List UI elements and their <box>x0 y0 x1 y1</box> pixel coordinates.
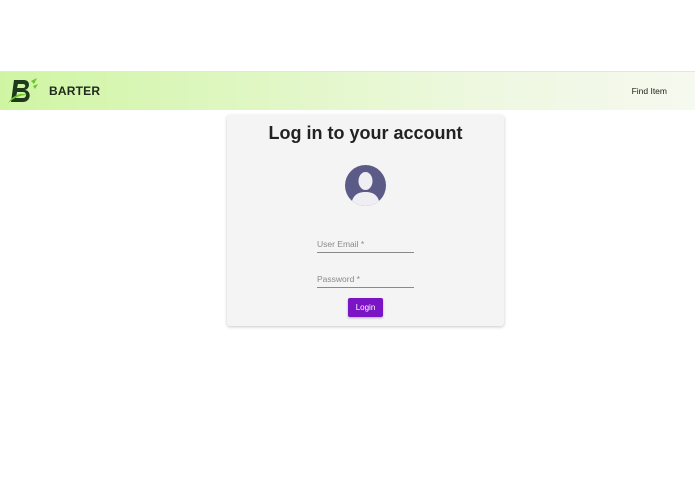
page-title: Log in to your account <box>268 123 463 143</box>
email-input[interactable] <box>317 235 414 253</box>
brand-name: BARTER <box>49 84 101 98</box>
password-field[interactable] <box>317 269 414 288</box>
login-button[interactable]: Login <box>348 298 383 317</box>
login-card: Log in to your account Login <box>227 115 504 326</box>
nav-link-find-item[interactable]: Find Item <box>632 86 667 96</box>
user-avatar-icon <box>345 165 386 206</box>
password-input[interactable] <box>317 270 414 288</box>
barter-logo-icon[interactable] <box>7 77 39 105</box>
top-navbar: BARTER Find Item <box>0 71 695 110</box>
email-field[interactable] <box>317 234 414 253</box>
